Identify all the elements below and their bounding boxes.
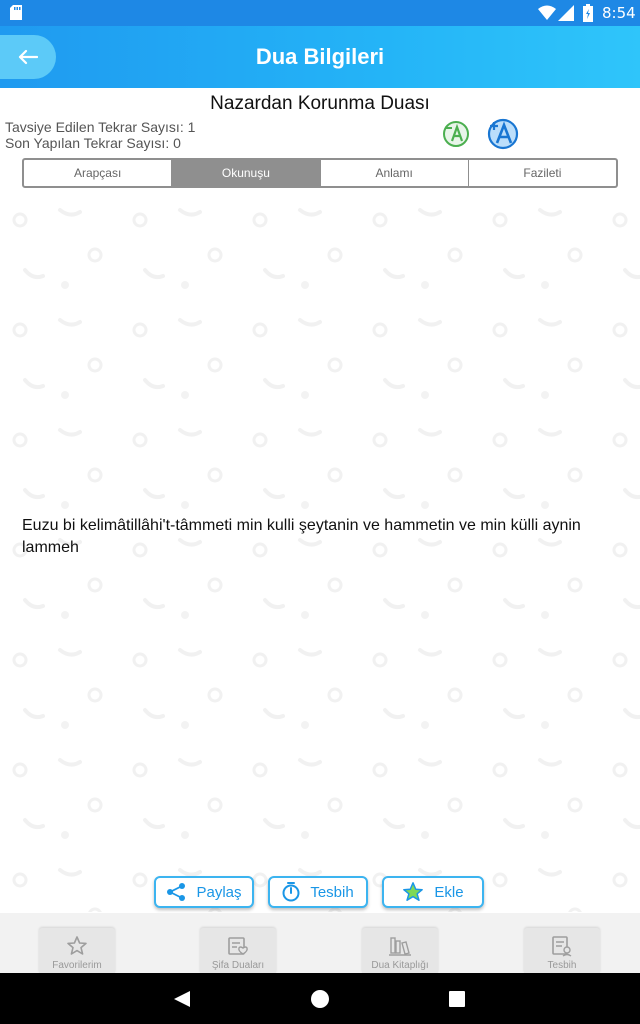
signal-icon <box>558 5 574 21</box>
sd-card-icon <box>10 5 22 20</box>
battery-icon <box>583 4 593 22</box>
done-count: Son Yapılan Tekrar Sayısı: 0 <box>5 135 181 151</box>
stopwatch-icon <box>282 882 300 902</box>
recents-nav-icon[interactable] <box>449 991 465 1007</box>
wifi-icon <box>538 5 556 20</box>
nav-tesbih[interactable]: Tesbih <box>524 928 600 973</box>
page-title: Dua Bilgileri <box>255 44 385 69</box>
add-favorite-button[interactable]: Ekle <box>382 876 484 908</box>
tesbih-button[interactable]: Tesbih <box>268 876 368 908</box>
back-button[interactable] <box>0 35 56 79</box>
back-nav-icon[interactable] <box>173 990 191 1008</box>
nav-tesbih-label: Tesbih <box>547 960 577 971</box>
nav-favorites[interactable]: Favorilerim <box>39 928 115 973</box>
clock: 8:54 <box>602 4 636 22</box>
nav-healing-label: Şifa Duaları <box>211 960 265 971</box>
system-nav-bar <box>0 973 640 1024</box>
nav-healing-prayers[interactable]: Şifa Duaları <box>200 928 276 973</box>
nav-favorites-label: Favorilerim <box>52 960 102 971</box>
share-label: Paylaş <box>196 883 242 901</box>
arrow-left-icon <box>18 49 38 65</box>
tesbih-book-icon <box>552 936 572 957</box>
nav-prayer-library[interactable]: Dua Kitaplığı <box>362 928 438 973</box>
home-nav-icon[interactable] <box>310 989 330 1009</box>
bottom-nav: Favorilerim Şifa Duaları Dua Kitaplığı T… <box>0 913 640 973</box>
prayer-title: Nazardan Korunma Duası <box>210 93 430 114</box>
add-label: Ekle <box>434 883 464 901</box>
tab-meaning[interactable]: Anlamı <box>321 160 469 186</box>
star-outline-icon <box>67 936 87 955</box>
font-decrease-icon[interactable] <box>441 119 471 149</box>
heart-book-icon <box>228 937 248 955</box>
share-icon <box>167 883 186 901</box>
font-increase-icon[interactable] <box>486 117 520 151</box>
tab-reading[interactable]: Okunuşu <box>172 160 321 186</box>
recommended-count: Tavsiye Edilen Tekrar Sayısı: 1 <box>5 119 196 135</box>
star-icon <box>403 882 424 901</box>
reading-text: Euzu bi kelimâtillâhi't-tâmmeti min kull… <box>22 517 581 556</box>
tab-arabic[interactable]: Arapçası <box>24 160 173 186</box>
tesbih-label: Tesbih <box>310 883 354 901</box>
share-button[interactable]: Paylaş <box>154 876 254 908</box>
nav-library-label: Dua Kitaplığı <box>371 960 429 971</box>
tab-bar: Arapçası Okunuşu Anlamı Fazileti <box>22 158 618 188</box>
status-bar: 8:54 <box>0 0 640 26</box>
reading-panel: Euzu bi kelimâtillâhi't-tâmmeti min kull… <box>0 190 640 912</box>
bookshelf-icon <box>389 937 411 956</box>
app-bar: Dua Bilgileri <box>0 26 640 88</box>
tab-virtue[interactable]: Fazileti <box>469 160 616 186</box>
